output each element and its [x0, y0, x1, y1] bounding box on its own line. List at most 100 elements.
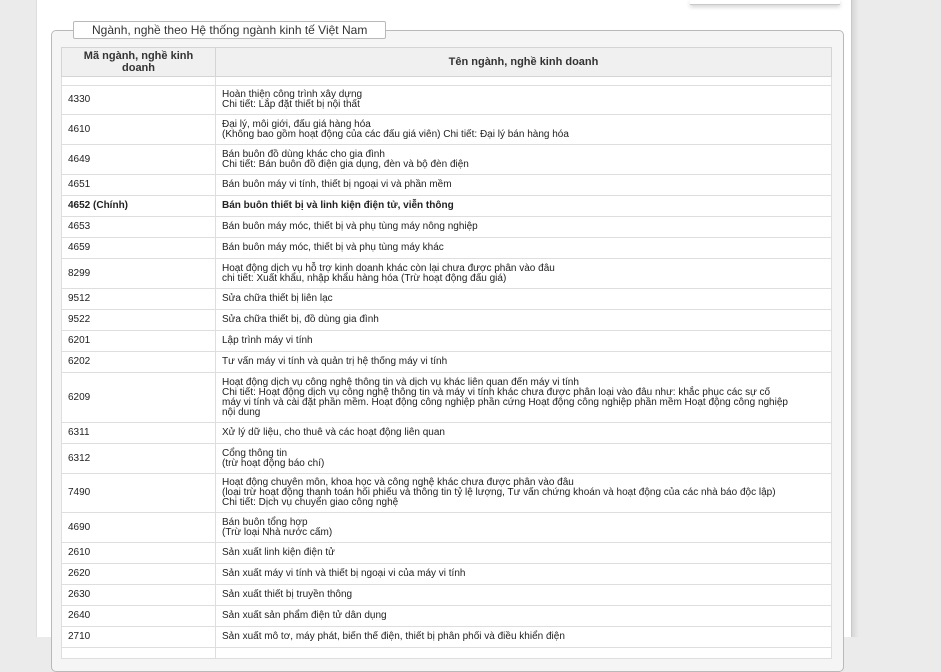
industry-code-cell: 4649 [61, 144, 216, 175]
table-row: 2640 Sản xuất sản phẩm điện tử dân dụng [61, 605, 832, 627]
industry-name-line: Hoạt động dịch vụ công nghệ thông tin và… [222, 376, 579, 388]
industry-code-cell: 4330 [61, 85, 216, 115]
industry-code-cell [61, 647, 216, 659]
industry-name-line: Sản xuất linh kiện điện tử [222, 547, 335, 558]
industry-code-cell: 4653 [61, 216, 216, 238]
industry-name-line: Xử lý dữ liệu, cho thuê và các hoạt động… [222, 427, 445, 438]
industry-name-cell [215, 647, 832, 659]
table-body: 4330 Hoàn thiện công trình xây dựng Chi ti… [61, 76, 832, 659]
table-row: 2620 Sản xuất máy vi tính và thiết bị ngo… [61, 563, 832, 585]
industry-name-line: (Trừ loại Nhà nước cấm) [222, 526, 333, 538]
table-row: 6201 Lập trình máy vi tính [61, 330, 832, 352]
industry-code-cell: 2640 [61, 605, 216, 627]
section-title: Ngành, nghề theo Hệ thống ngành kinh tế … [73, 21, 387, 39]
industry-name-line: Chi tiết: Bán buôn đồ điện gia dụng, đèn… [222, 158, 469, 170]
industry-name-line: Bán buôn thiết bị và linh kiện điện tử, … [222, 200, 454, 211]
industry-name-line: Chi tiết: Dịch vụ chuyển giao công nghệ [222, 497, 399, 508]
industry-name-cell: Tư vấn máy vi tính và quản trị hệ thống … [215, 351, 832, 373]
industry-name-line: (Không bao gồm hoạt động của các đấu giá… [222, 128, 569, 140]
industry-name-cell: Sản xuất máy vi tính và thiết bị ngoại v… [215, 563, 832, 585]
industry-name-line: máy vi tính và cài đặt phần mềm. Hoạt độ… [222, 396, 788, 408]
spacer-cell [61, 76, 216, 86]
industry-code-cell: 4610 [61, 114, 216, 145]
industry-code-cell: 7490 [61, 473, 216, 513]
industry-table-container: Mã ngành, nghề kinh doanh Tên ngành, ngh… [61, 47, 832, 659]
industry-code-cell: 4651 [61, 174, 216, 196]
industry-code-cell: 2630 [61, 584, 216, 606]
table-row: 2610 Sản xuất linh kiện điện tử [61, 542, 832, 564]
table-row [61, 647, 832, 659]
industry-name-cell: Hoàn thiện công trình xây dựng Chi tiết: … [215, 85, 832, 115]
industry-code-cell: 2610 [61, 542, 216, 564]
industry-name-line: Bán buôn đồ dùng khác cho gia đình [222, 148, 385, 160]
industry-code-cell: 2620 [61, 563, 216, 585]
industry-name-line: Bán buôn máy móc, thiết bị và phụ tùng m… [222, 242, 444, 253]
industry-name-line: Cổng thông tin [222, 447, 288, 459]
page-shadow [851, 0, 859, 637]
industry-name-line: Bán buôn tổng hợp [222, 516, 308, 528]
table-row: 4610 Đại lý, môi giới, đấu giá hàng hóa (K… [61, 114, 832, 145]
industry-code-cell: 9522 [61, 309, 216, 331]
industry-name-cell: Hoạt động chuyên môn, khoa học và công n… [215, 473, 832, 513]
header-name: Tên ngành, nghề kinh doanh [215, 47, 832, 77]
industry-name-line: Sửa chữa thiết bị liên lạc [222, 293, 333, 304]
table-row: 2630 Sản xuất thiết bị truyền thông [61, 584, 832, 606]
industry-name-cell: Sản xuất mô tơ, máy phát, biến thế điện,… [215, 626, 832, 648]
industry-name-cell: Sản xuất linh kiện điện tử [215, 542, 832, 564]
table-row: 7490 Hoạt động chuyên môn, khoa học và cô… [61, 473, 832, 513]
industry-code-cell: 9512 [61, 288, 216, 310]
header-code: Mã ngành, nghề kinh doanh [61, 47, 216, 77]
table-row: 4653 Bán buôn máy móc, thiết bị và phụ tù… [61, 216, 832, 238]
dropdown-panel-edge [690, 0, 840, 5]
industry-name-cell: Hoạt động dịch vụ hỗ trợ kinh doanh khác… [215, 258, 832, 289]
industry-code-cell: 6209 [61, 372, 216, 423]
table-row: 4651 Bán buôn máy vi tính, thiết bị ngoại… [61, 174, 832, 196]
industry-code-cell: 4652 (Chính) [61, 195, 216, 217]
industry-name-line: Bán buôn máy móc, thiết bị và phụ tùng m… [222, 221, 478, 232]
industry-name-line: Hoạt động dịch vụ hỗ trợ kinh doanh khác… [222, 262, 555, 274]
table-row: 6311 Xử lý dữ liệu, cho thuê và các hoạt … [61, 422, 832, 444]
table-row: 8299 Hoạt động dịch vụ hỗ trợ kinh doanh … [61, 258, 832, 289]
industry-name-line: Chi tiết: Lắp đặt thiết bị nội thất [222, 99, 360, 110]
industry-name-cell: Cổng thông tin (trừ hoạt động báo chí) [215, 443, 832, 474]
industry-name-cell: Lập trình máy vi tính [215, 330, 832, 352]
industry-name-cell: Sản xuất sản phẩm điện tử dân dụng [215, 605, 832, 627]
industry-name-cell: Bán buôn máy vi tính, thiết bị ngoại vi … [215, 174, 832, 196]
industry-code-cell: 6311 [61, 422, 216, 444]
table-row: 4330 Hoàn thiện công trình xây dựng Chi ti… [61, 85, 832, 115]
industry-name-line: chi tiết: Xuất khẩu, nhập khẩu hàng hóa … [222, 272, 507, 284]
industry-code-cell: 6201 [61, 330, 216, 352]
industry-name-line: Sản xuất thiết bị truyền thông [222, 589, 353, 600]
industry-name-line: Sửa chữa thiết bị, đồ dùng gia đình [222, 314, 379, 325]
spacer-cell [215, 76, 832, 86]
industry-code-cell: 6202 [61, 351, 216, 373]
table-row: 4690 Bán buôn tổng hợp (Trừ loại Nhà nước … [61, 512, 832, 543]
industry-name-cell: Xử lý dữ liệu, cho thuê và các hoạt động… [215, 422, 832, 444]
table-row: 6202 Tư vấn máy vi tính và quản trị hệ th… [61, 351, 832, 373]
industry-name-cell: Hoạt động dịch vụ công nghệ thông tin và… [215, 372, 832, 423]
industry-name-cell: Bán buôn máy móc, thiết bị và phụ tùng m… [215, 216, 832, 238]
industry-name-cell: Sửa chữa thiết bị liên lạc [215, 288, 832, 310]
industry-name-line: Lập trình máy vi tính [222, 335, 313, 346]
table-row: 6209 Hoạt động dịch vụ công nghệ thông ti… [61, 372, 832, 423]
industry-code-cell: 2710 [61, 626, 216, 648]
industry-name-cell: Bán buôn tổng hợp (Trừ loại Nhà nước cấm) [215, 512, 832, 543]
industry-code-cell: 4659 [61, 237, 216, 259]
table-row: 9522 Sửa chữa thiết bị, đồ dùng gia đình [61, 309, 832, 331]
industry-name-line: Bán buôn máy vi tính, thiết bị ngoại vi … [222, 179, 452, 190]
industry-name-line: Tư vấn máy vi tính và quản trị hệ thống … [222, 356, 448, 367]
industry-name-line: Sản xuất máy vi tính và thiết bị ngoại v… [222, 568, 466, 579]
industry-code-cell: 8299 [61, 258, 216, 289]
industry-name-cell: Bán buôn đồ dùng khác cho gia đình Chi ti… [215, 144, 832, 175]
industry-code-cell: 6312 [61, 443, 216, 474]
industry-name-line: Đại lý, môi giới, đấu giá hàng hóa [222, 118, 371, 130]
industry-name-line: Chi tiết: Hoạt động dịch vụ công nghệ th… [222, 386, 771, 398]
industry-name-cell: Sửa chữa thiết bị, đồ dùng gia đình [215, 309, 832, 331]
industry-name-line: Sản xuất sản phẩm điện tử dân dụng [222, 610, 387, 621]
industry-code-cell: 4690 [61, 512, 216, 543]
table-row: 9512 Sửa chữa thiết bị liên lạc [61, 288, 832, 310]
table-row: 4652 (Chính) Bán buôn thiết bị và linh ki… [61, 195, 832, 217]
industry-name-cell: Sản xuất thiết bị truyền thông [215, 584, 832, 606]
industry-name-cell: Đại lý, môi giới, đấu giá hàng hóa (Không… [215, 114, 832, 145]
table-row: 2710 Sản xuất mô tơ, máy phát, biến thế đ… [61, 626, 832, 648]
